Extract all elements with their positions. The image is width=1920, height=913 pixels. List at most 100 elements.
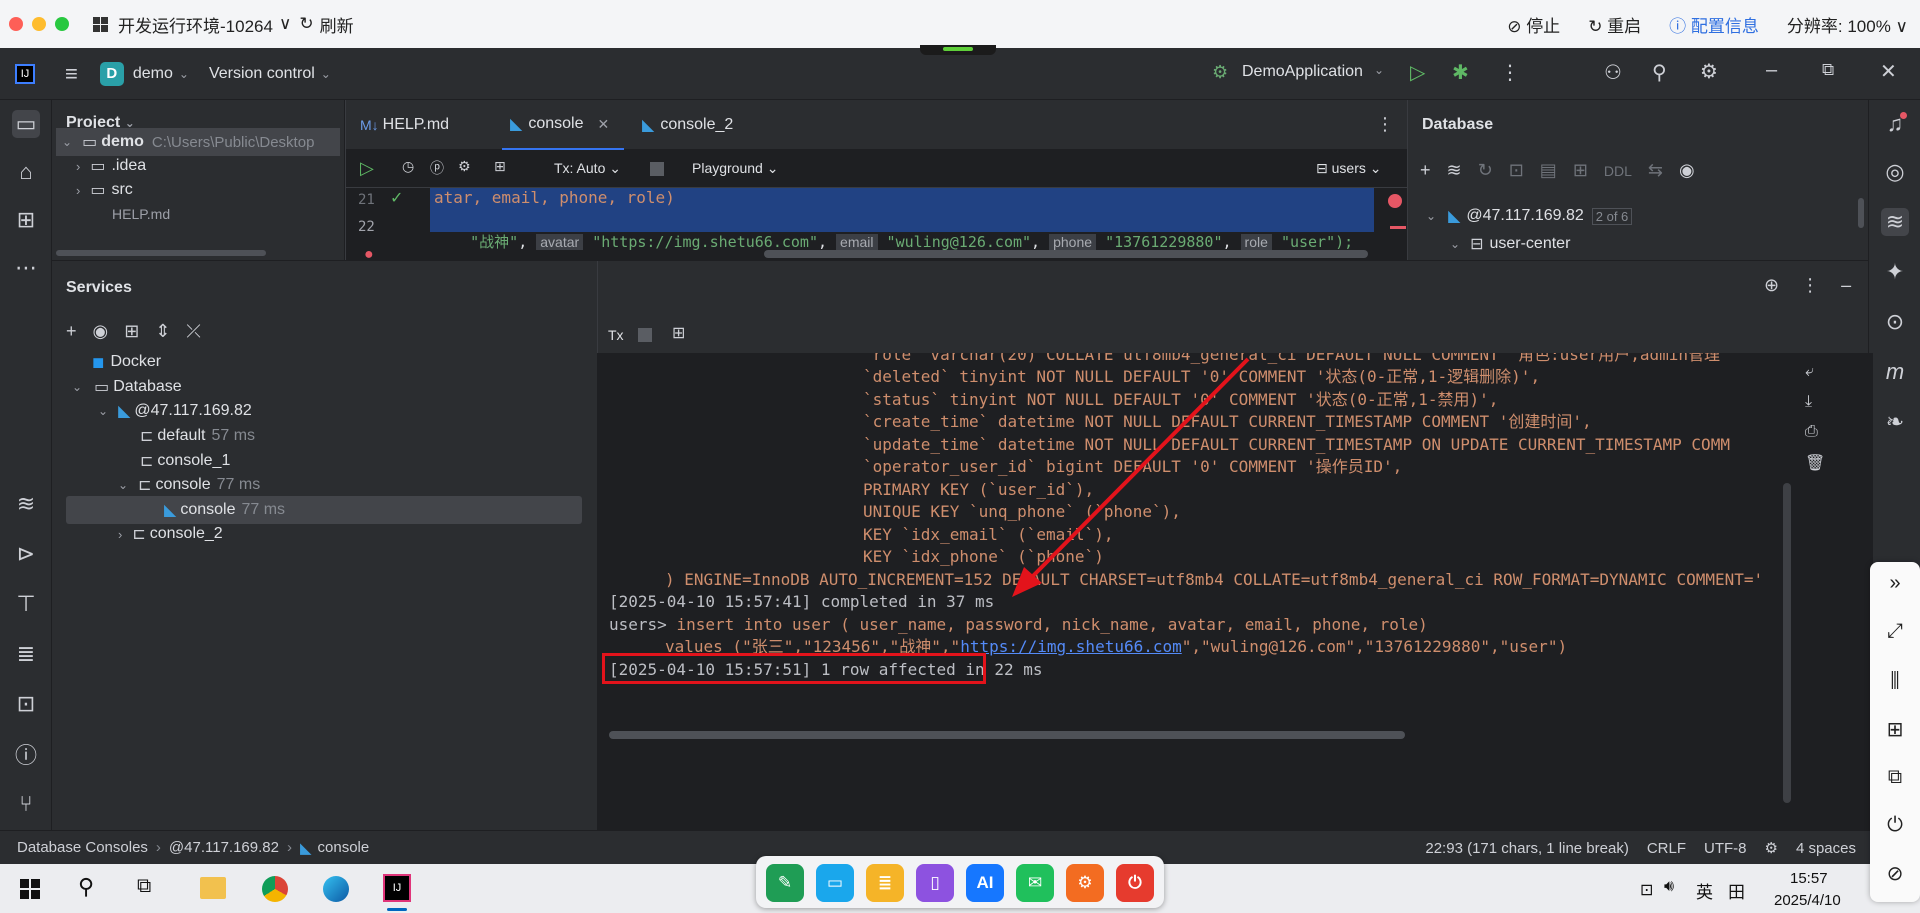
- problems-icon[interactable]: ⓘ: [12, 740, 40, 768]
- ai-assistant-icon[interactable]: ◎: [1881, 158, 1909, 186]
- crumb-consoles[interactable]: Database Consoles: [17, 839, 148, 856]
- line-separator[interactable]: CRLF: [1647, 840, 1686, 857]
- project-folder-icon[interactable]: ▭: [12, 110, 40, 138]
- code-line-21[interactable]: atar, email, phone, role): [434, 188, 675, 208]
- power-icon[interactable]: ⏻: [1882, 812, 1908, 838]
- db-scrollbar[interactable]: [1858, 198, 1864, 228]
- endpoints-icon[interactable]: ⊙: [1881, 308, 1909, 336]
- file-encoding[interactable]: UTF-8: [1704, 840, 1747, 857]
- dock-chat-icon[interactable]: ✉: [1016, 864, 1054, 902]
- run-config-select[interactable]: DemoApplication: [1242, 63, 1363, 81]
- inspection-icon[interactable]: ⚙: [1765, 839, 1778, 857]
- db-tree-host[interactable]: ⌄ ◣ @47.117.169.82 2 of 6: [1426, 206, 1633, 226]
- run-icon[interactable]: ▷: [1410, 60, 1425, 85]
- fullscreen-icon[interactable]: ⤢: [1882, 618, 1908, 644]
- hide-eye-icon[interactable]: ⊘: [1882, 860, 1908, 886]
- leaf-icon[interactable]: ❧: [1881, 408, 1909, 436]
- tab-options-icon[interactable]: ⋮: [1376, 114, 1394, 135]
- dock-settings-icon[interactable]: ⚙: [1066, 864, 1104, 902]
- dock-pen-icon[interactable]: ✎: [766, 864, 804, 902]
- ime-language[interactable]: 英: [1696, 878, 1713, 903]
- restore-icon[interactable]: ⧉: [1822, 60, 1834, 80]
- chevron-down-icon[interactable]: ⌄: [179, 67, 189, 81]
- ddl-button[interactable]: DDL: [1604, 163, 1632, 179]
- refresh-button[interactable]: 刷新: [320, 12, 354, 37]
- settings-icon[interactable]: ⚙: [458, 158, 471, 175]
- copy-icon[interactable]: ⧉: [1882, 764, 1908, 790]
- refresh-icon[interactable]: ↻: [1478, 160, 1493, 181]
- table-view-icon[interactable]: ⊞: [494, 158, 506, 175]
- close-window-dot[interactable]: [9, 17, 23, 31]
- chrome-icon[interactable]: [262, 876, 288, 902]
- search-icon[interactable]: ⚲: [1652, 60, 1667, 85]
- history-icon[interactable]: ◷: [402, 158, 414, 175]
- settings-gear-icon[interactable]: ⚙: [1700, 59, 1718, 84]
- tab-console[interactable]: ◣ console ✕: [502, 100, 624, 150]
- edit-icon[interactable]: ▤: [1540, 160, 1557, 181]
- config-button[interactable]: ⓘ 配置信息: [1669, 12, 1759, 37]
- tab-console-2[interactable]: ◣ console_2: [642, 100, 733, 150]
- clock-time[interactable]: 15:57: [1790, 870, 1828, 887]
- collapse-double-chevron-icon[interactable]: »: [1882, 570, 1908, 596]
- copilot-icon[interactable]: ✦: [1881, 258, 1909, 286]
- db-tree-schema[interactable]: ⌄ ⊟ user-center: [1450, 234, 1570, 254]
- ime-mode[interactable]: 田: [1728, 878, 1745, 903]
- maven-icon[interactable]: m: [1881, 358, 1909, 386]
- clock-date[interactable]: 2025/4/10: [1774, 892, 1841, 909]
- close-icon[interactable]: ✕: [1880, 59, 1897, 84]
- explain-icon[interactable]: ⓟ: [430, 158, 444, 178]
- crumb-host[interactable]: @47.117.169.82: [169, 839, 279, 856]
- tx-mode-select[interactable]: Tx: Auto ⌄: [554, 160, 621, 177]
- stop-button[interactable]: ⊘ 停止: [1507, 12, 1560, 37]
- chevron-down-icon[interactable]: ⌄: [321, 67, 331, 81]
- compare-icon[interactable]: ⇆: [1648, 160, 1663, 181]
- refresh-icon[interactable]: ↻: [299, 14, 313, 34]
- structure-icon[interactable]: ⊞: [12, 206, 40, 234]
- debug-icon[interactable]: ✱: [1452, 60, 1469, 85]
- version-control-menu[interactable]: Version control: [209, 65, 315, 83]
- database-tool-icon[interactable]: ≋: [12, 490, 40, 518]
- build-hammer-icon[interactable]: ⊤: [12, 590, 40, 618]
- project-switcher[interactable]: demo: [133, 65, 173, 83]
- environment-name[interactable]: 开发运行环境-10264: [118, 12, 273, 37]
- learn-icon[interactable]: ⌂: [12, 158, 40, 186]
- services-icon[interactable]: ⊳: [12, 540, 40, 568]
- restart-button[interactable]: ↻ 重启: [1588, 12, 1641, 37]
- chevron-down-icon[interactable]: ∨: [279, 14, 291, 34]
- tree-item-help[interactable]: HELP.md: [92, 200, 170, 228]
- execute-icon[interactable]: ▷: [360, 158, 374, 179]
- edge-icon[interactable]: [323, 876, 349, 902]
- tab-help-md[interactable]: M↓ HELP.md: [360, 100, 449, 150]
- network-icon[interactable]: ⊡: [1640, 880, 1653, 900]
- dock-book-icon[interactable]: ▯: [916, 864, 954, 902]
- editor-h-scrollbar[interactable]: [764, 250, 1368, 258]
- more-tools-icon[interactable]: ⋯: [12, 254, 40, 282]
- schema-select[interactable]: ⊟ users ⌄: [1316, 160, 1381, 177]
- task-view-icon[interactable]: ⧉: [137, 875, 151, 898]
- file-explorer-icon[interactable]: [200, 877, 226, 899]
- layout-icon[interactable]: ⊞: [1882, 716, 1908, 742]
- split-icon[interactable]: ⫼: [1882, 668, 1908, 694]
- db-browser-icon[interactable]: ≣: [12, 640, 40, 668]
- git-icon[interactable]: ⑂: [12, 790, 40, 818]
- search-icon[interactable]: ⚲: [78, 874, 94, 900]
- more-icon[interactable]: ⋮: [1500, 60, 1520, 85]
- main-menu-icon[interactable]: ≡: [65, 61, 78, 87]
- notifications-bell-icon[interactable]: ♫: [1881, 110, 1909, 138]
- minimize-window-dot[interactable]: [32, 17, 46, 31]
- dock-ai-button[interactable]: AI: [966, 864, 1004, 902]
- caret-position[interactable]: 22:93 (171 chars, 1 line break): [1425, 840, 1628, 857]
- stop-square-icon[interactable]: [650, 162, 664, 176]
- chevron-down-icon[interactable]: ⌄: [1374, 63, 1384, 77]
- crumb-console[interactable]: console: [318, 839, 370, 856]
- start-windows-icon[interactable]: [20, 879, 40, 899]
- view-options-icon[interactable]: ◉: [1679, 160, 1695, 181]
- indent-setting[interactable]: 4 spaces: [1796, 840, 1856, 857]
- datasource-props-icon[interactable]: ≋: [1447, 160, 1462, 181]
- add-user-icon[interactable]: ⚇: [1604, 60, 1622, 85]
- volume-icon[interactable]: 🔊︎: [1664, 878, 1674, 896]
- close-tab-icon[interactable]: ✕: [597, 116, 609, 133]
- maximize-window-dot[interactable]: [55, 17, 69, 31]
- table-icon[interactable]: ⊞: [1573, 160, 1588, 181]
- jump-icon[interactable]: ⊡: [1509, 160, 1524, 181]
